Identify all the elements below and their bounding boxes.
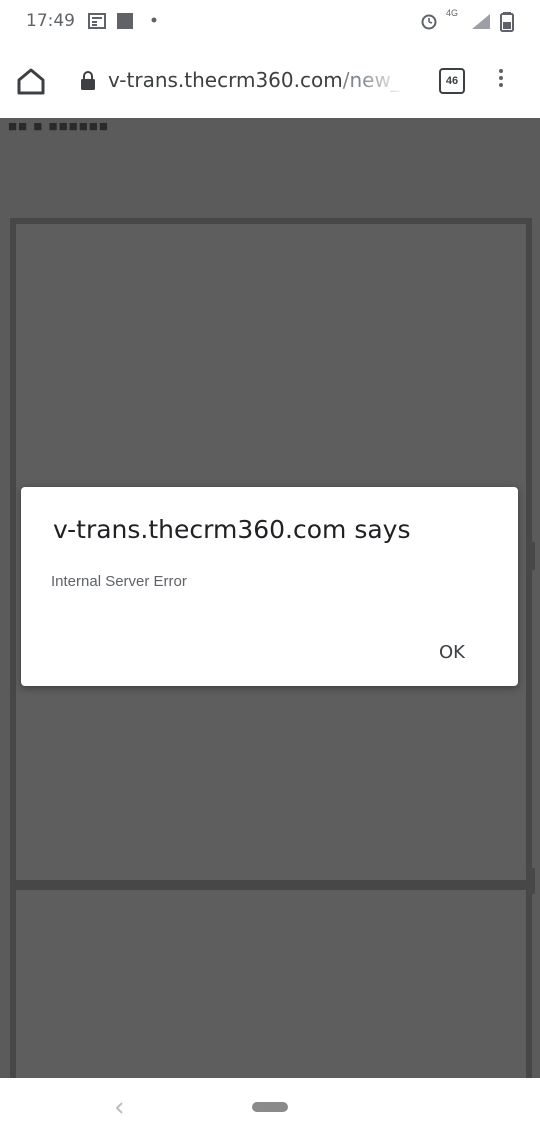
home-icon[interactable] xyxy=(14,66,48,96)
menu-dot-icon xyxy=(499,83,503,87)
url-field[interactable]: v-trans.thecrm360.com/new_cr xyxy=(108,68,400,96)
browser-toolbar: v-trans.thecrm360.com/new_cr 46 xyxy=(0,44,540,118)
gallery-icon xyxy=(117,13,133,29)
home-gesture-pill[interactable] xyxy=(252,1102,288,1112)
scroll-edge-marker xyxy=(527,868,535,894)
lock-icon xyxy=(81,71,95,90)
url-host: v-trans.thecrm360.com xyxy=(108,68,343,92)
page-panel xyxy=(10,884,532,1078)
alarm-icon xyxy=(421,14,437,30)
notification-dot-icon xyxy=(151,17,157,23)
scroll-edge-marker xyxy=(527,542,535,570)
dialog-message: Internal Server Error xyxy=(51,573,187,590)
back-icon[interactable] xyxy=(112,1100,126,1116)
menu-dot-icon xyxy=(499,76,503,80)
browser-menu-button[interactable] xyxy=(494,66,508,96)
tab-switcher-button[interactable]: 46 xyxy=(439,68,465,94)
battery-icon xyxy=(500,12,514,32)
ok-button[interactable]: OK xyxy=(425,635,479,671)
dialog-title: v-trans.thecrm360.com says xyxy=(53,515,411,544)
menu-dot-icon xyxy=(499,69,503,73)
news-icon xyxy=(88,13,106,29)
status-bar: 17:49 4G xyxy=(0,0,540,44)
network-type-label: 4G xyxy=(446,8,459,18)
status-time: 17:49 xyxy=(26,11,75,31)
navigation-bar xyxy=(0,1078,540,1140)
alert-dialog: v-trans.thecrm360.com says Internal Serv… xyxy=(21,487,518,686)
signal-icon xyxy=(472,14,490,29)
page-header-text: ■■ ■ ■■■■■■ xyxy=(8,118,109,135)
url-fade xyxy=(360,64,404,98)
